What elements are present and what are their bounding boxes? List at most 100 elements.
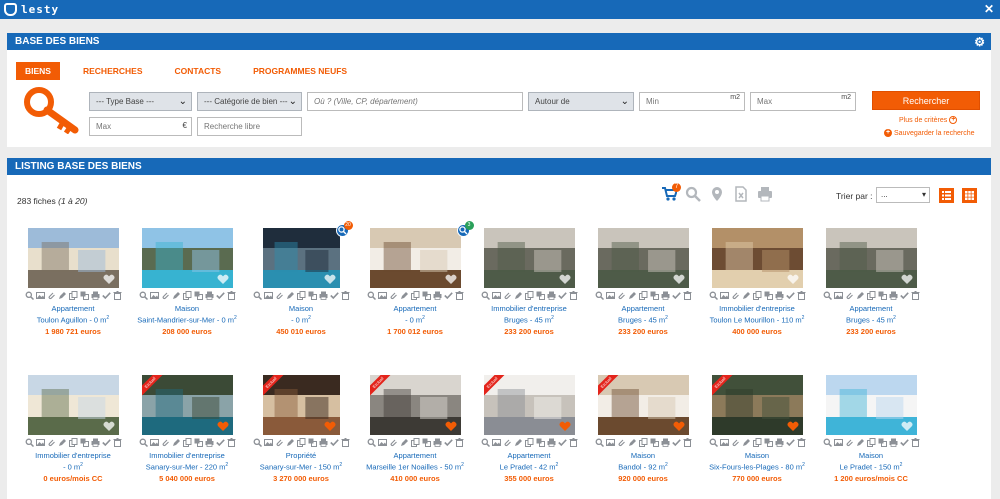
property-photo[interactable] xyxy=(27,228,119,288)
heart-icon[interactable] xyxy=(673,273,685,285)
print-icon[interactable] xyxy=(889,438,898,447)
duplicate-icon[interactable] xyxy=(536,438,545,447)
image-icon[interactable] xyxy=(149,438,159,447)
clip-icon[interactable] xyxy=(389,291,398,300)
property-photo[interactable]: Exclusif xyxy=(141,375,233,435)
duplicate-icon[interactable] xyxy=(194,291,203,300)
check-icon[interactable] xyxy=(785,291,795,300)
property-card[interactable]: Immobilier d'entreprise Bruges - 45 m2 2… xyxy=(473,228,585,337)
pencil-icon[interactable] xyxy=(514,291,523,300)
pencil-icon[interactable] xyxy=(742,438,751,447)
property-photo[interactable] xyxy=(27,375,119,435)
property-location[interactable]: Bruges - 45 m2 xyxy=(587,313,699,326)
location-field[interactable] xyxy=(307,92,523,111)
duplicate-icon[interactable] xyxy=(308,438,317,447)
trash-icon[interactable] xyxy=(341,291,350,300)
price-max-field[interactable]: € xyxy=(89,117,192,136)
property-type[interactable]: Appartement xyxy=(359,451,471,460)
property-card[interactable]: Exclusif Appartement Marseille 1er Noail… xyxy=(359,375,471,484)
property-location[interactable]: Bandol - 92 m2 xyxy=(587,460,699,473)
autour-select[interactable]: Autour de ⌄ xyxy=(528,92,634,111)
zoom-badge[interactable]: 3 xyxy=(456,221,474,237)
heart-icon[interactable] xyxy=(445,273,457,285)
pencil-icon[interactable] xyxy=(400,438,409,447)
property-photo[interactable] xyxy=(711,228,803,288)
trash-icon[interactable] xyxy=(455,291,464,300)
property-type[interactable]: Appartement xyxy=(587,304,699,313)
property-location[interactable]: Le Pradet - 42 m2 xyxy=(473,460,585,473)
property-location[interactable]: Saint-Mandrier-sur-Mer - 0 m2 xyxy=(131,313,243,326)
check-icon[interactable] xyxy=(785,438,795,447)
heart-icon[interactable] xyxy=(445,420,457,432)
clip-icon[interactable] xyxy=(47,291,56,300)
search-icon[interactable] xyxy=(367,438,376,447)
location-input[interactable] xyxy=(314,97,516,106)
check-icon[interactable] xyxy=(443,291,453,300)
property-photo[interactable] xyxy=(825,375,917,435)
trash-icon[interactable] xyxy=(797,438,806,447)
duplicate-icon[interactable] xyxy=(650,438,659,447)
property-type[interactable]: Maison xyxy=(245,304,357,313)
property-location[interactable]: Toulon Aguillon - 0 m2 xyxy=(17,313,129,326)
surface-min-input[interactable] xyxy=(646,97,738,106)
copy-icon[interactable] xyxy=(524,438,534,447)
property-type[interactable]: Propriété xyxy=(245,451,357,460)
property-card[interactable]: Maison Saint-Mandrier-sur-Mer - 0 m2 208… xyxy=(131,228,243,337)
pencil-icon[interactable] xyxy=(58,438,67,447)
heart-icon[interactable] xyxy=(559,420,571,432)
check-icon[interactable] xyxy=(671,291,681,300)
heart-icon[interactable] xyxy=(901,420,913,432)
search-icon[interactable] xyxy=(367,291,376,300)
search-icon[interactable] xyxy=(139,291,148,300)
print-icon[interactable] xyxy=(91,291,100,300)
search-icon[interactable] xyxy=(685,186,701,202)
grid-view-button[interactable] xyxy=(962,188,977,203)
search-icon[interactable] xyxy=(25,438,34,447)
search-icon[interactable] xyxy=(823,438,832,447)
search-icon[interactable] xyxy=(709,438,718,447)
search-icon[interactable] xyxy=(595,291,604,300)
trash-icon[interactable] xyxy=(569,291,578,300)
duplicate-icon[interactable] xyxy=(422,438,431,447)
heart-icon[interactable] xyxy=(787,420,799,432)
copy-icon[interactable] xyxy=(866,291,876,300)
pencil-icon[interactable] xyxy=(400,291,409,300)
heart-icon[interactable] xyxy=(901,273,913,285)
property-location[interactable]: Bruges - 45 m2 xyxy=(815,313,927,326)
search-button[interactable]: Rechercher xyxy=(872,91,980,110)
property-card[interactable]: 3 Appartement - 0 m2 1 700 012 euros xyxy=(359,221,474,337)
copy-icon[interactable] xyxy=(296,438,306,447)
property-photo[interactable]: Exclusif xyxy=(483,375,575,435)
cart-icon[interactable]: 7 xyxy=(661,183,681,202)
tab-biens[interactable]: BIENS xyxy=(16,62,60,80)
duplicate-icon[interactable] xyxy=(878,438,887,447)
print-icon[interactable] xyxy=(547,438,556,447)
duplicate-icon[interactable] xyxy=(422,291,431,300)
image-icon[interactable] xyxy=(719,438,729,447)
trash-icon[interactable] xyxy=(227,291,236,300)
heart-icon[interactable] xyxy=(787,273,799,285)
property-type[interactable]: Appartement xyxy=(17,304,129,313)
property-card[interactable]: Appartement Bruges - 45 m2 233 200 euros xyxy=(815,228,927,337)
print-icon[interactable] xyxy=(775,438,784,447)
property-card[interactable]: Appartement Toulon Aguillon - 0 m2 1 980… xyxy=(17,228,129,337)
copy-icon[interactable] xyxy=(524,291,534,300)
property-card[interactable]: Appartement Bruges - 45 m2 233 200 euros xyxy=(587,228,699,337)
property-photo[interactable]: Exclusif xyxy=(597,375,689,435)
check-icon[interactable] xyxy=(215,438,225,447)
heart-icon[interactable] xyxy=(103,273,115,285)
property-type[interactable]: Maison xyxy=(131,304,243,313)
pencil-icon[interactable] xyxy=(628,291,637,300)
property-type[interactable]: Immobilier d'entreprise xyxy=(17,451,129,460)
copy-icon[interactable] xyxy=(410,291,420,300)
image-icon[interactable] xyxy=(377,291,387,300)
copy-icon[interactable] xyxy=(638,438,648,447)
check-icon[interactable] xyxy=(557,438,567,447)
clip-icon[interactable] xyxy=(389,438,398,447)
tab-contacts[interactable]: CONTACTS xyxy=(166,62,231,80)
heart-icon[interactable] xyxy=(217,420,229,432)
heart-icon[interactable] xyxy=(103,420,115,432)
copy-icon[interactable] xyxy=(68,438,78,447)
property-location[interactable]: - 0 m2 xyxy=(17,460,129,473)
property-type[interactable]: Maison xyxy=(815,451,927,460)
